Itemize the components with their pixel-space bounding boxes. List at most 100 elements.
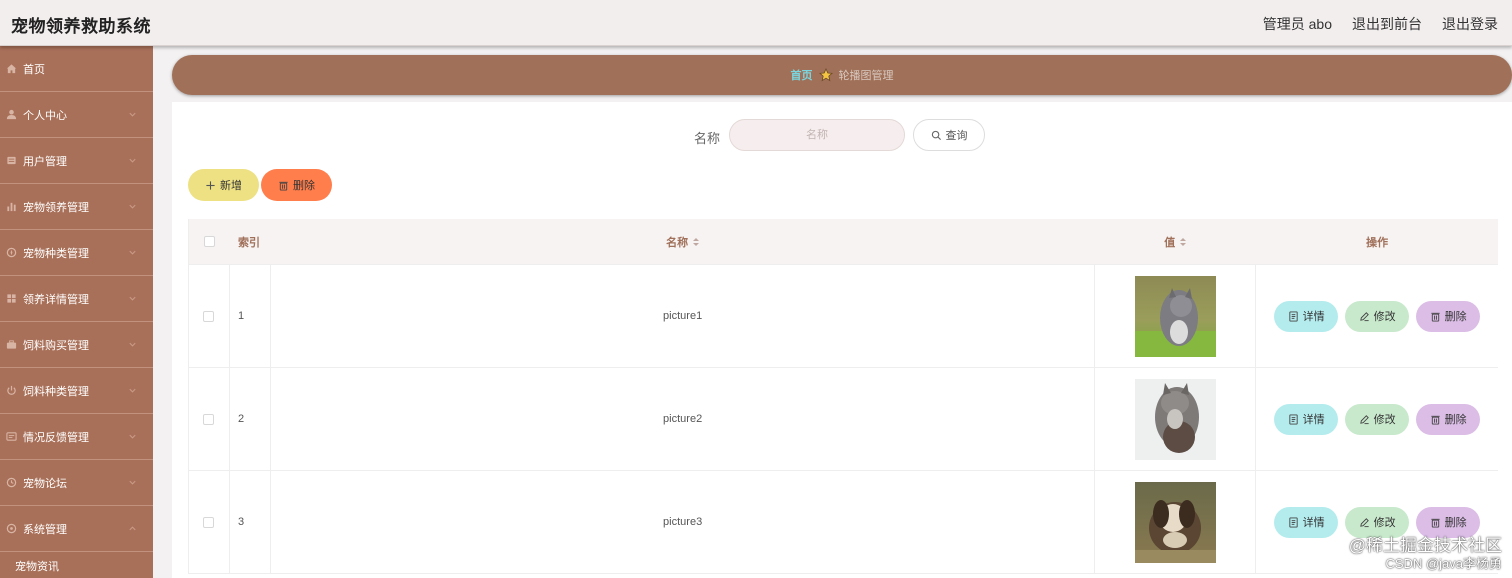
- sidebar-item-label: 用户管理: [23, 155, 67, 168]
- home-icon: [4, 62, 18, 76]
- sidebar-item-home[interactable]: 首页: [0, 46, 153, 92]
- row-checkbox[interactable]: [203, 413, 215, 425]
- add-button-label: 新增: [220, 180, 242, 192]
- search-icon: [931, 130, 941, 140]
- clock-icon: [4, 476, 18, 490]
- column-header-actions: 操作: [1366, 236, 1389, 249]
- chevron-down-icon: [129, 158, 136, 163]
- trash-icon: [1430, 518, 1440, 528]
- briefcase-icon: [4, 338, 18, 352]
- row-delete-button[interactable]: 删除: [1416, 300, 1481, 332]
- sidebar-item-label: 宠物领养管理: [23, 201, 89, 214]
- search-bar: 名称 查询: [172, 119, 1512, 151]
- star-icon: [818, 68, 833, 82]
- select-all-checkbox[interactable]: [203, 236, 215, 247]
- watermark-line-2: CSDN @java李杨勇: [1385, 556, 1503, 571]
- breadcrumb-current: 轮播图管理: [838, 70, 894, 82]
- sort-icon[interactable]: [692, 237, 700, 247]
- search-input[interactable]: [729, 119, 905, 151]
- table-row: 2 picture2 详情 修改 删除: [189, 368, 1498, 471]
- sidebar-subitem-pet-news[interactable]: 宠物资讯: [0, 552, 153, 578]
- row-index: 3: [230, 471, 271, 573]
- row-delete-button[interactable]: 删除: [1416, 506, 1481, 538]
- row-index: 1: [230, 265, 271, 367]
- sidebar-item-user-management[interactable]: 用户管理: [0, 138, 153, 184]
- breadcrumb: 首页 轮播图管理: [172, 55, 1512, 95]
- column-header-index: 索引: [237, 236, 260, 249]
- sidebar-item-feed-purchase-management[interactable]: 饲料购买管理: [0, 322, 153, 368]
- table-row: 3 picture3 详情 修改 删除: [189, 471, 1498, 574]
- sidebar-item-label: 宠物论坛: [23, 477, 67, 490]
- row-name: picture1: [271, 265, 1096, 367]
- sidebar-item-label: 系统管理: [23, 523, 67, 536]
- chevron-down-icon: [129, 480, 136, 485]
- pencil-icon: [1359, 517, 1369, 527]
- sidebar-item-pet-forum[interactable]: 宠物论坛: [0, 460, 153, 506]
- sidebar-subitem-label: 宠物资讯: [15, 561, 59, 573]
- data-table: 索引 名称 值 操作 1 picture1 详情 修改 删除 2 picture…: [188, 219, 1498, 574]
- sidebar-item-label: 个人中心: [23, 109, 67, 122]
- app-title: 宠物领养救助系统: [11, 17, 151, 36]
- compass-icon: [4, 246, 18, 260]
- sidebar-item-system-management[interactable]: 系统管理: [0, 506, 153, 552]
- row-checkbox[interactable]: [203, 310, 215, 322]
- chevron-down-icon: [129, 434, 136, 439]
- sort-icon[interactable]: [1179, 237, 1187, 247]
- document-icon: [1288, 310, 1298, 322]
- sidebar-item-pet-adoption-management[interactable]: 宠物领养管理: [0, 184, 153, 230]
- trash-icon: [1430, 312, 1440, 322]
- row-index: 2: [230, 368, 271, 470]
- cat-photo[interactable]: [1134, 378, 1216, 460]
- document-icon: [1288, 516, 1298, 528]
- logout-link[interactable]: 退出登录: [1442, 14, 1498, 34]
- search-button-label: 查询: [945, 130, 968, 142]
- chevron-down-icon: [129, 204, 136, 209]
- search-button[interactable]: 查询: [913, 119, 985, 151]
- sidebar-item-label: 饲料种类管理: [23, 385, 89, 398]
- pencil-icon: [1359, 311, 1369, 321]
- edit-button[interactable]: 修改: [1345, 300, 1410, 332]
- sidebar-item-label: 情况反馈管理: [23, 431, 89, 444]
- cat-photo[interactable]: [1134, 275, 1216, 357]
- column-header-name[interactable]: 名称: [271, 219, 1095, 264]
- breadcrumb-home-link[interactable]: 首页: [791, 67, 813, 83]
- batch-delete-button[interactable]: 删除: [261, 169, 332, 201]
- sidebar-item-label: 饲料购买管理: [23, 339, 89, 352]
- sidebar: 首页 个人中心 用户管理 宠物领养管理 宠物种类管理 领养详情管理 饲料购买管理…: [0, 46, 153, 578]
- dog-photo[interactable]: [1134, 481, 1216, 563]
- sidebar-item-pet-species-management[interactable]: 宠物种类管理: [0, 230, 153, 276]
- detail-button[interactable]: 详情: [1274, 300, 1339, 332]
- main-panel: 名称 查询 新增 删除 索引 名称 值 操作: [172, 102, 1512, 578]
- edit-button[interactable]: 修改: [1345, 506, 1410, 538]
- edit-button[interactable]: 修改: [1345, 403, 1410, 435]
- sidebar-item-label: 领养详情管理: [23, 293, 89, 306]
- sidebar-item-feedback-management[interactable]: 情况反馈管理: [0, 414, 153, 460]
- detail-button[interactable]: 详情: [1274, 403, 1339, 435]
- row-name: picture2: [271, 368, 1096, 470]
- chevron-down-icon: [129, 112, 136, 117]
- sidebar-item-personal-center[interactable]: 个人中心: [0, 92, 153, 138]
- sidebar-item-feed-species-management[interactable]: 饲料种类管理: [0, 368, 153, 414]
- bar-chart-icon: [4, 200, 18, 214]
- add-button[interactable]: 新增: [188, 169, 259, 201]
- column-header-value[interactable]: 值: [1095, 219, 1256, 264]
- sidebar-item-adoption-detail-management[interactable]: 领养详情管理: [0, 276, 153, 322]
- header-actions: 管理员 abo 退出到前台 退出登录: [1263, 14, 1498, 34]
- chevron-down-icon: [129, 296, 136, 301]
- row-delete-button[interactable]: 删除: [1416, 403, 1481, 435]
- pencil-icon: [1359, 414, 1369, 424]
- chevron-down-icon: [129, 342, 136, 347]
- trash-icon: [279, 181, 288, 191]
- admin-user-label: 管理员 abo: [1262, 16, 1332, 32]
- grid-icon: [4, 292, 18, 306]
- trash-icon: [1430, 415, 1440, 425]
- user-manage-icon: [4, 154, 18, 168]
- table-row: 1 picture1 详情 修改 删除: [189, 265, 1498, 368]
- exit-to-front-link[interactable]: 退出到前台: [1352, 14, 1422, 34]
- plus-icon: [206, 180, 215, 190]
- row-checkbox[interactable]: [203, 516, 215, 528]
- chevron-down-icon: [129, 250, 136, 255]
- top-header: 宠物领养救助系统 管理员 abo 退出到前台 退出登录: [0, 0, 1512, 46]
- power-icon: [4, 384, 18, 398]
- detail-button[interactable]: 详情: [1274, 506, 1339, 538]
